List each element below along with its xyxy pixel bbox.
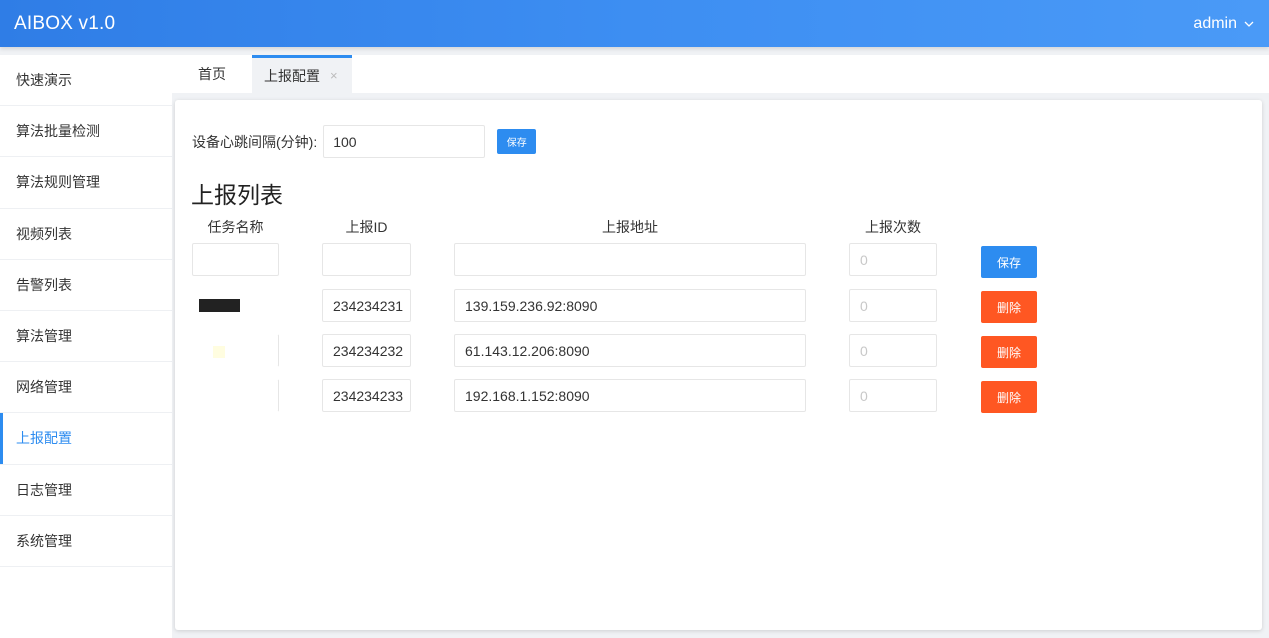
report-id-value: 234234233	[333, 387, 404, 404]
heartbeat-label: 设备心跳间隔(分钟):	[192, 133, 318, 150]
sidebar-item-log-management[interactable]: 日志管理	[0, 465, 172, 516]
delete-button[interactable]: 删除	[981, 336, 1037, 368]
heartbeat-value: 100	[333, 133, 357, 150]
report-count-cell[interactable]: 0	[849, 379, 937, 412]
sidebar-item-label: 日志管理	[16, 481, 72, 498]
report-count-value: 0	[860, 342, 868, 359]
user-name: admin	[1193, 14, 1237, 32]
report-address-value: 139.159.236.92:8090	[465, 297, 598, 314]
task-name-cell[interactable]	[192, 379, 279, 412]
delete-button[interactable]: 删除	[981, 381, 1037, 413]
top-bar: AIBOX v1.0 admin	[0, 0, 1269, 47]
main-panel: 设备心跳间隔(分钟): 100 保存 上报列表 任务名称 上报ID 上报地址 上…	[175, 100, 1262, 630]
report-id-value: 234234232	[333, 342, 404, 359]
new-report-address-input[interactable]	[454, 243, 806, 276]
close-icon[interactable]: ×	[330, 68, 338, 83]
sidebar-item-alarm-list[interactable]: 告警列表	[0, 260, 172, 311]
sidebar-item-label: 系统管理	[16, 532, 72, 549]
report-count-value: 0	[860, 297, 868, 314]
sidebar-item-label: 算法规则管理	[16, 174, 100, 191]
sidebar-item-batch-detection[interactable]: 算法批量检测	[0, 106, 172, 158]
report-count-cell[interactable]: 0	[849, 334, 937, 367]
report-count-cell[interactable]: 0	[849, 289, 937, 322]
sidebar-item-label: 上报配置	[16, 430, 72, 447]
report-address-cell[interactable]: 61.143.12.206:8090	[454, 334, 806, 367]
report-id-cell[interactable]: 234234232	[322, 334, 411, 367]
column-header-report-address: 上报地址	[602, 219, 658, 235]
sidebar-item-label: 算法批量检测	[16, 123, 100, 140]
redacted-block	[199, 299, 240, 312]
sidebar-item-quick-demo[interactable]: 快速演示	[0, 55, 172, 107]
tab-report-config[interactable]: 上报配置 ×	[252, 55, 352, 93]
column-header-report-count: 上报次数	[865, 219, 921, 235]
report-id-cell[interactable]: 234234231	[322, 289, 411, 322]
sidebar: 快速演示 算法批量检测 算法规则管理 视频列表 告警列表 算法管理 网络管理 上…	[0, 55, 172, 638]
tab-bar: 首页 上报配置 ×	[172, 55, 1269, 93]
tab-home[interactable]: 首页	[172, 55, 252, 93]
sidebar-item-report-config[interactable]: 上报配置	[0, 413, 172, 465]
task-name-cell[interactable]	[192, 334, 279, 367]
report-address-cell[interactable]: 139.159.236.92:8090	[454, 289, 806, 322]
sidebar-item-network-management[interactable]: 网络管理	[0, 362, 172, 414]
new-report-id-input[interactable]	[322, 243, 411, 276]
sidebar-item-system-management[interactable]: 系统管理	[0, 516, 172, 567]
sidebar-item-video-list[interactable]: 视频列表	[0, 209, 172, 260]
report-address-value: 61.143.12.206:8090	[465, 342, 590, 359]
tab-label: 上报配置	[264, 67, 320, 84]
report-address-value: 192.168.1.152:8090	[465, 387, 590, 404]
report-id-value: 234234231	[333, 297, 404, 314]
sidebar-item-label: 算法管理	[16, 328, 72, 345]
sidebar-item-algorithm-management[interactable]: 算法管理	[0, 311, 172, 363]
report-address-cell[interactable]: 192.168.1.152:8090	[454, 379, 806, 412]
heartbeat-interval-input[interactable]: 100	[323, 125, 486, 158]
column-header-report-id: 上报ID	[345, 219, 388, 235]
heartbeat-save-button[interactable]: 保存	[497, 129, 537, 154]
new-report-count-input[interactable]: 0	[849, 243, 937, 276]
app-title: AIBOX v1.0	[14, 12, 116, 34]
sidebar-item-label: 告警列表	[16, 276, 72, 293]
sidebar-item-label: 网络管理	[16, 379, 72, 396]
column-header-task-name: 任务名称	[207, 219, 264, 235]
report-id-cell[interactable]: 234234233	[322, 379, 411, 412]
sidebar-item-label: 快速演示	[16, 72, 72, 89]
count-placeholder: 0	[860, 251, 868, 268]
redacted-block	[213, 346, 225, 358]
sidebar-item-rule-management[interactable]: 算法规则管理	[0, 157, 172, 209]
new-task-name-input[interactable]	[192, 243, 279, 276]
delete-button[interactable]: 删除	[981, 291, 1037, 323]
sidebar-item-label: 视频列表	[16, 225, 72, 242]
user-menu[interactable]: admin	[1193, 15, 1255, 33]
add-report-save-button[interactable]: 保存	[981, 246, 1037, 278]
tab-label: 首页	[198, 66, 226, 82]
heartbeat-row: 设备心跳间隔(分钟): 100 保存	[192, 125, 537, 158]
task-name-cell[interactable]	[192, 289, 279, 322]
chevron-down-icon	[1244, 21, 1254, 27]
report-count-value: 0	[860, 387, 868, 404]
report-list-title: 上报列表	[191, 182, 283, 208]
